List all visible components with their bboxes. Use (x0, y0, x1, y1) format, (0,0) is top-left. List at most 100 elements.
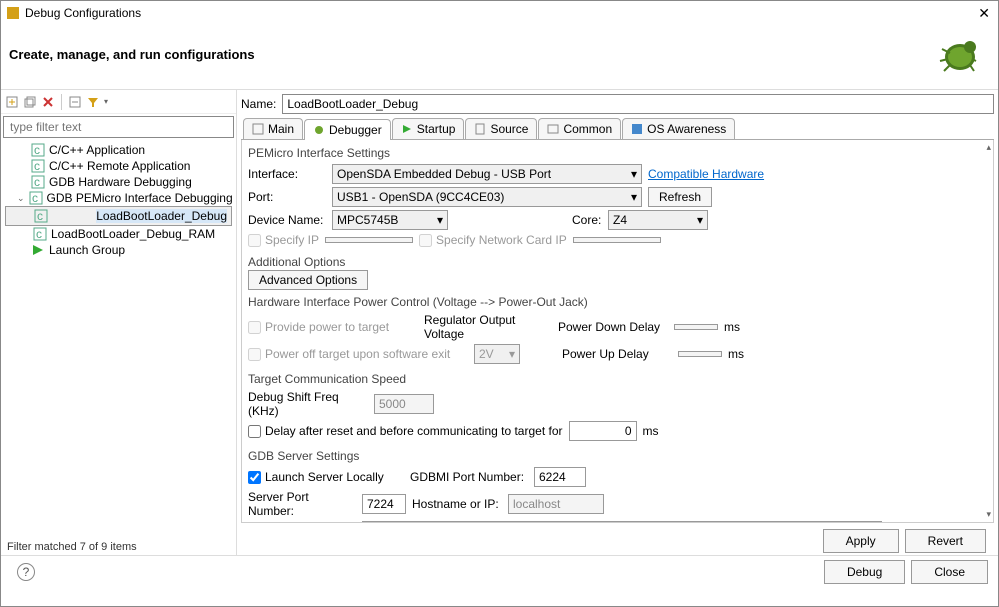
filter-icon[interactable] (86, 95, 100, 109)
ms-label-2: ms (728, 347, 744, 361)
shift-freq-field: 5000 (374, 394, 434, 414)
ms-label: ms (724, 320, 740, 334)
tree-item-gdb-hw[interactable]: cGDB Hardware Debugging (5, 174, 232, 190)
gdbmi-port-field[interactable] (534, 467, 586, 487)
name-input[interactable] (282, 94, 994, 114)
new-icon[interactable] (5, 95, 19, 109)
filter-input[interactable] (8, 119, 229, 135)
hostname-label: Hostname or IP: (412, 497, 502, 511)
name-label: Name: (241, 97, 276, 111)
tab-bar: Main Debugger Startup Source Common OS A… (241, 118, 994, 140)
revert-button[interactable]: Revert (905, 529, 986, 553)
power-group-title: Hardware Interface Power Control (Voltag… (248, 295, 985, 309)
hostname-field: localhost (508, 494, 604, 514)
server-port-label: Server Port Number: (248, 490, 356, 518)
additional-group-title: Additional Options (248, 255, 985, 269)
poweroff-checkbox (248, 348, 261, 361)
provide-power-label: Provide power to target (265, 320, 389, 334)
main-tab-icon (252, 123, 264, 135)
tree-item-c-app[interactable]: cC/C++ Application (5, 142, 232, 158)
tab-startup[interactable]: Startup (392, 118, 465, 139)
regulator-label: Regulator Output Voltage (424, 313, 552, 341)
chevron-down-icon[interactable]: ⌄ (17, 193, 25, 204)
launch-server-label: Launch Server Locally (265, 470, 384, 484)
shift-freq-label: Debug Shift Freq (KHz) (248, 390, 368, 418)
config-tree[interactable]: cC/C++ Application cC/C++ Remote Applica… (1, 140, 236, 539)
play-tab-icon (401, 123, 413, 135)
power-up-label: Power Up Delay (562, 347, 672, 361)
svg-text:c: c (32, 191, 38, 205)
common-tab-icon (547, 123, 559, 135)
specify-net-checkbox (419, 234, 432, 247)
apply-button[interactable]: Apply (823, 529, 899, 553)
chevron-down-icon: ▾ (437, 213, 443, 227)
delay-checkbox[interactable] (248, 425, 261, 438)
tree-item-pemicro[interactable]: ⌄cGDB PEMicro Interface Debugging (5, 190, 232, 206)
tab-source[interactable]: Source (465, 118, 537, 139)
chevron-down-icon: ▾ (697, 213, 703, 227)
chevron-down-icon: ▾ (631, 167, 637, 181)
filter-box[interactable] (3, 116, 234, 138)
svg-text:c: c (37, 209, 43, 223)
tab-debugger[interactable]: Debugger (304, 119, 391, 140)
svg-text:c: c (36, 227, 42, 241)
core-select[interactable]: Z4▾ (608, 210, 708, 230)
server-port-field[interactable] (362, 494, 406, 514)
advanced-options-button[interactable]: Advanced Options (248, 270, 368, 290)
svg-text:c: c (34, 143, 40, 157)
tree-item-loadbootloader-ram[interactable]: cLoadBootLoader_Debug_RAM (5, 226, 232, 242)
power-up-field (678, 351, 722, 357)
os-tab-icon (631, 123, 643, 135)
server-params-field[interactable] (362, 521, 882, 523)
specify-ip-field (325, 237, 413, 243)
specify-ip-label: Specify IP (265, 233, 319, 247)
source-tab-icon (474, 123, 486, 135)
tree-item-loadbootloader-debug[interactable]: cLoadBootLoader_Debug (5, 206, 232, 226)
close-icon[interactable]: ✕ (978, 5, 990, 22)
debug-button[interactable]: Debug (824, 560, 905, 584)
duplicate-icon[interactable] (23, 95, 37, 109)
scroll-down-icon[interactable]: ▾ (986, 509, 991, 520)
device-label: Device Name: (248, 213, 326, 227)
tab-common[interactable]: Common (538, 118, 621, 139)
help-icon[interactable]: ? (17, 563, 35, 581)
gdbmi-port-label: GDBMI Port Number: (410, 470, 528, 484)
bug-icon (932, 31, 984, 77)
tab-os-awareness[interactable]: OS Awareness (622, 118, 735, 139)
svg-text:c: c (34, 175, 40, 189)
svg-text:c: c (34, 159, 40, 173)
power-down-field (674, 324, 718, 330)
interface-select[interactable]: OpenSDA Embedded Debug - USB Port▾ (332, 164, 642, 184)
delete-icon[interactable] (41, 95, 55, 109)
port-select[interactable]: USB1 - OpenSDA (9CC4CE03)▾ (332, 187, 642, 207)
banner: Create, manage, and run configurations (1, 25, 998, 90)
provide-power-checkbox (248, 321, 261, 334)
launch-server-checkbox[interactable] (248, 471, 261, 484)
tree-item-c-remote[interactable]: cC/C++ Remote Application (5, 158, 232, 174)
dropdown-icon[interactable]: ▾ (104, 97, 108, 106)
debugger-form: ▴ ▾ PEMicro Interface Settings Interface… (241, 140, 994, 523)
gdb-server-group-title: GDB Server Settings (248, 449, 985, 463)
filter-status: Filter matched 7 of 9 items (1, 539, 236, 555)
speed-group-title: Target Communication Speed (248, 372, 985, 386)
left-panel: ▾ cC/C++ Application cC/C++ Remote Appli… (1, 90, 237, 555)
pemicro-group-title: PEMicro Interface Settings (248, 146, 985, 160)
regulator-select: 2V▾ (474, 344, 520, 364)
banner-title: Create, manage, and run configurations (9, 47, 255, 62)
collapse-icon[interactable] (68, 95, 82, 109)
port-label: Port: (248, 190, 326, 204)
close-button[interactable]: Close (911, 560, 988, 584)
right-panel: Name: Main Debugger Startup Source Commo… (237, 90, 998, 555)
tab-main[interactable]: Main (243, 118, 303, 139)
interface-label: Interface: (248, 167, 326, 181)
specify-net-label: Specify Network Card IP (436, 233, 567, 247)
device-select[interactable]: MPC5745B▾ (332, 210, 448, 230)
delay-field[interactable] (569, 421, 637, 441)
refresh-button[interactable]: Refresh (648, 187, 712, 207)
chevron-down-icon: ▾ (509, 347, 515, 361)
scroll-up-icon[interactable]: ▴ (986, 142, 991, 153)
compatible-hw-link[interactable]: Compatible Hardware (648, 167, 764, 181)
core-label: Core: (572, 213, 602, 227)
config-toolbar: ▾ (1, 90, 236, 114)
tree-item-launch-group[interactable]: Launch Group (5, 242, 232, 258)
